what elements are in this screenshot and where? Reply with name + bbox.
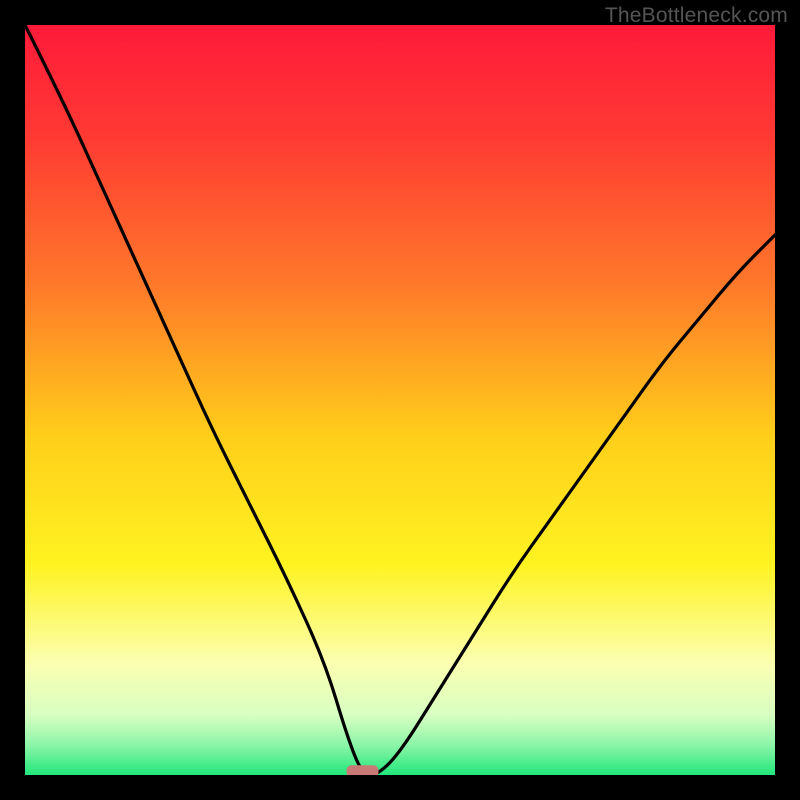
watermark-label: TheBottleneck.com [605,4,788,28]
bottleneck-chart [25,25,775,775]
chart-svg [25,25,775,775]
optimum-marker [347,765,379,775]
chart-background [25,25,775,775]
